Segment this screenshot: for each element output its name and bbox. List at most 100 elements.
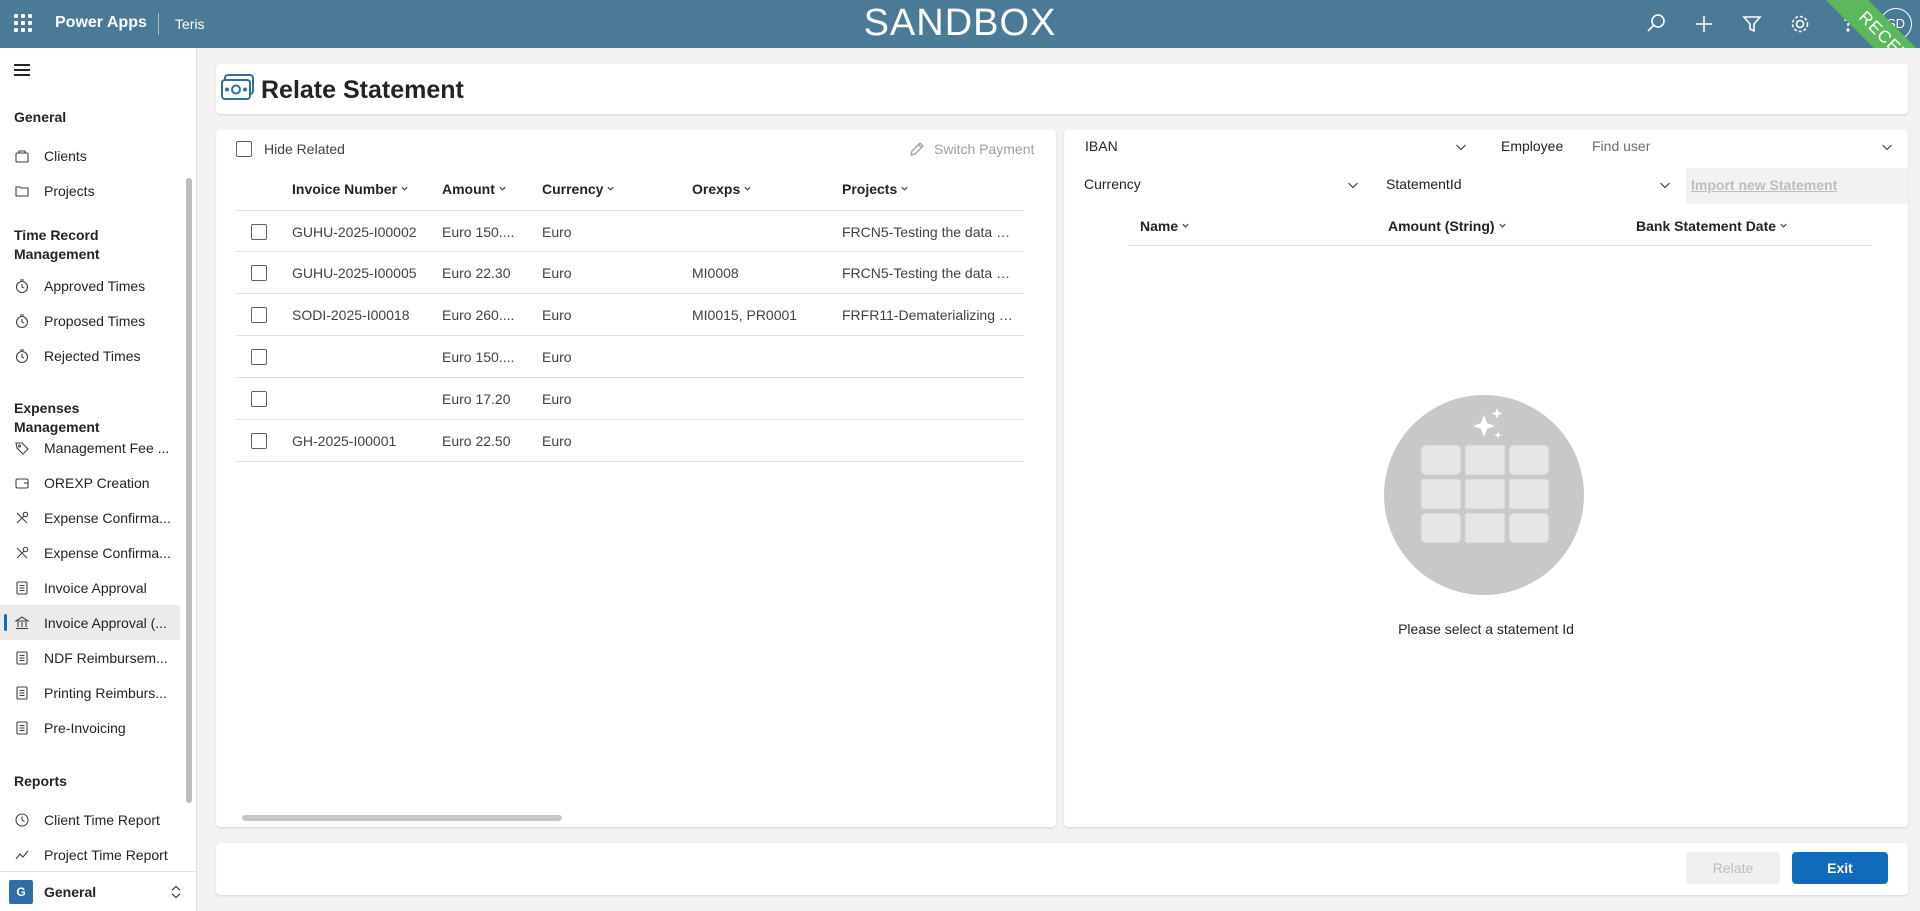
row-checkbox[interactable] [251,307,267,323]
cell-currency: Euro [542,433,572,449]
sidebar-item-clients[interactable]: Clients [0,138,180,173]
money-icon [221,74,254,100]
invoice-panel: Hide Related Switch Payment Invoice Numb… [216,130,1056,827]
sidebar-item-label: Pre-Invoicing [44,719,126,736]
iban-dropdown-label[interactable]: IBAN [1085,138,1118,154]
column-header-amount-string[interactable]: Amount (String) [1388,218,1507,234]
document-icon [14,685,30,701]
document-icon [14,650,30,666]
row-checkbox[interactable] [251,349,267,365]
wallet-icon [14,475,30,491]
currency-dropdown-label[interactable]: Currency [1084,176,1141,192]
invoice-grid-body: GUHU-2025-I00002 Euro 150.... Euro FRCN5… [236,210,1024,462]
sidebar-item-client-time-report[interactable]: Client Time Report [0,802,180,837]
chevron-up-down-icon [171,885,181,899]
sidebar-item-approved-times[interactable]: Approved Times [0,268,180,303]
line-chart-icon [14,847,30,863]
column-header-invoice-number[interactable]: Invoice Number [292,181,409,197]
sidebar-item-rejected-times[interactable]: Rejected Times [0,338,180,373]
sidebar-item-orexp-creation[interactable]: OREXP Creation [0,465,180,500]
column-header-projects[interactable]: Projects [842,181,909,197]
sidebar-item-projects[interactable]: Projects [0,173,180,208]
column-header-name[interactable]: Name [1140,218,1190,234]
filter-icon[interactable] [1740,12,1764,36]
cell-currency: Euro [542,265,572,281]
sidebar-item-expense-confirmation-1[interactable]: Expense Confirma... [0,500,180,535]
hide-related-checkbox[interactable] [236,141,252,157]
sidebar-item-ndf-reimbursement[interactable]: NDF Reimbursem... [0,640,180,675]
sidebar-item-label: Invoice Approval (... [44,614,167,631]
sidebar-item-printing-reimbursement[interactable]: Printing Reimburs... [0,675,180,710]
sidebar-item-expense-confirmation-2[interactable]: Expense Confirma... [0,535,180,570]
statement-id-dropdown-label[interactable]: StatementId [1386,176,1462,192]
sidebar-item-management-fee[interactable]: Management Fee ... [0,430,180,465]
timer-icon [14,278,30,294]
row-checkbox[interactable] [251,391,267,407]
table-row[interactable]: SODI-2025-I00018 Euro 260.... Euro MI001… [236,294,1024,336]
sidebar: General Clients Projects Time Record Man… [0,48,197,911]
sidebar-item-pre-invoicing[interactable]: Pre-Invoicing [0,710,180,745]
sidebar-item-label: Expense Confirma... [44,509,171,526]
empty-state-message: Please select a statement Id [1398,621,1574,637]
menu-icon[interactable] [14,64,30,76]
switch-payment-button[interactable]: Switch Payment [908,140,1034,158]
cell-orexps: MI0015, PR0001 [692,307,798,323]
empty-grid-illustration-icon [1384,395,1584,595]
chevron-down-icon[interactable] [1880,140,1894,154]
page-header: Relate Statement [216,64,1908,114]
footer-bar: Relate Exit [216,843,1908,895]
chevron-down-icon [1182,223,1189,228]
employee-user-input[interactable]: Find user [1592,138,1650,154]
chevron-down-icon[interactable] [1454,140,1468,154]
sidebar-item-project-time-report[interactable]: Project Time Report [0,837,180,872]
row-checkbox[interactable] [251,265,267,281]
bank-icon [14,615,30,631]
settings-gear-icon[interactable] [1788,12,1812,36]
cell-invoice-number: GUHU-2025-I00002 [292,224,417,240]
sidebar-item-label: Clients [44,147,87,164]
nav-group-general: General [14,109,67,125]
switch-payment-label: Switch Payment [934,141,1035,157]
document-icon [14,580,30,596]
chevron-down-icon [401,186,408,191]
sidebar-item-invoice-approval-bank[interactable]: Invoice Approval (... [0,605,180,640]
sidebar-item-label: Management Fee ... [44,439,170,456]
column-header-orexps[interactable]: Orexps [692,181,752,197]
table-row[interactable]: GUHU-2025-I00005 Euro 22.30 Euro MI0008 … [236,252,1024,294]
table-row[interactable]: Euro 150.... Euro [236,336,1024,378]
area-switcher[interactable]: G General [0,871,197,911]
cell-amount: Euro 17.20 [442,391,511,407]
sidebar-scrollbar[interactable] [186,178,192,803]
table-row[interactable]: Euro 17.20 Euro [236,378,1024,420]
sidebar-item-label: Invoice Approval [44,579,147,596]
column-header-currency[interactable]: Currency [542,181,615,197]
invoice-grid-header: Invoice Number Amount Currency Orexps Pr… [216,168,1024,210]
grid-header-divider [1128,245,1872,246]
search-icon[interactable] [1644,12,1668,36]
column-header-amount[interactable]: Amount [442,181,507,197]
area-badge: G [9,879,33,904]
cell-amount: Euro 22.30 [442,265,511,281]
horizontal-scrollbar[interactable] [242,815,562,821]
exit-button[interactable]: Exit [1792,852,1888,884]
cell-invoice-number: GUHU-2025-I00005 [292,265,417,281]
add-icon[interactable] [1692,12,1716,36]
row-checkbox[interactable] [251,433,267,449]
nav-group-reports: Reports [14,773,67,789]
tag-icon [14,440,30,456]
table-row[interactable]: GH-2025-I00001 Euro 22.50 Euro [236,420,1024,462]
cell-invoice-number: GH-2025-I00001 [292,433,397,449]
column-header-bank-statement-date[interactable]: Bank Statement Date [1636,218,1788,234]
cell-currency: Euro [542,224,572,240]
sidebar-item-label: Expense Confirma... [44,544,171,561]
hide-related-toggle[interactable]: Hide Related [236,141,345,157]
chevron-down-icon[interactable] [1658,178,1672,192]
sidebar-item-invoice-approval[interactable]: Invoice Approval [0,570,180,605]
row-checkbox[interactable] [251,224,267,240]
table-row[interactable]: GUHU-2025-I00002 Euro 150.... Euro FRCN5… [236,210,1024,252]
import-new-statement-button[interactable]: Import new Statement [1686,168,1908,204]
sidebar-item-proposed-times[interactable]: Proposed Times [0,303,180,338]
chevron-down-icon[interactable] [1346,178,1360,192]
relate-button[interactable]: Relate [1686,852,1780,884]
chevron-down-icon [1780,223,1787,228]
